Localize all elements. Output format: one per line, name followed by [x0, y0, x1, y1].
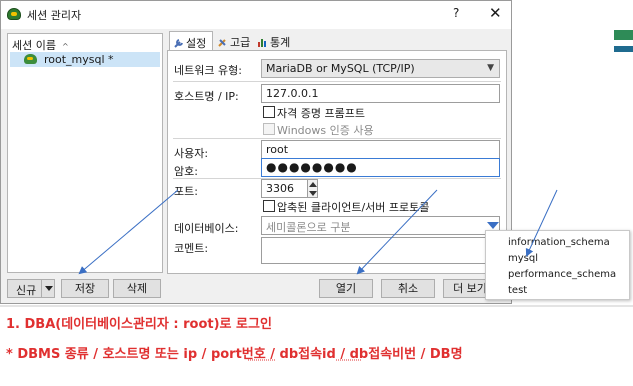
new-button[interactable]: 신규: [7, 279, 55, 298]
host-label: 호스트명 / IP:: [174, 90, 239, 103]
user-label: 사용자:: [174, 147, 209, 160]
title-bar: 세션 관리자 ? ✕: [1, 1, 511, 29]
compressed-protocol-label: 압축된 클라이언트/서버 프로토콜: [277, 201, 430, 214]
chart-icon: [257, 37, 268, 48]
new-button-label: 신규: [16, 284, 37, 297]
tab-settings[interactable]: 설정: [169, 31, 213, 51]
user-input[interactable]: root: [261, 140, 500, 159]
annotation-line-2: * DBMS 종류 / 호스트명 또는 ip / port번호 / db접속id…: [6, 347, 463, 362]
dropdown-arrow-icon[interactable]: [487, 222, 499, 229]
comment-textarea[interactable]: [261, 237, 486, 264]
compressed-protocol-checkbox[interactable]: [263, 200, 275, 212]
spinner-down-icon[interactable]: [309, 191, 317, 196]
delete-button[interactable]: 삭제: [113, 279, 161, 298]
divider: [173, 178, 501, 179]
tab-settings-label: 설정: [186, 37, 207, 50]
host-input[interactable]: 127.0.0.1: [261, 84, 500, 103]
save-button[interactable]: 저장: [61, 279, 109, 298]
tools-icon: [217, 37, 228, 48]
divider: [173, 81, 501, 82]
dropdown-item[interactable]: test: [508, 285, 527, 296]
session-manager-window: 세션 관리자 ? ✕ 세션 이름 ^ root_mysql * 신규 저장 삭제 …: [0, 0, 512, 304]
chevron-down-icon[interactable]: [45, 286, 53, 291]
divider: [173, 138, 501, 139]
database-label: 데이터베이스:: [174, 222, 239, 235]
windows-auth-label: Windows 인증 사용: [277, 124, 374, 137]
tab-advanced[interactable]: 고급: [217, 31, 257, 51]
port-spinner[interactable]: [307, 179, 318, 198]
cancel-button[interactable]: 취소: [381, 279, 435, 298]
network-type-value: MariaDB or MySQL (TCP/IP): [266, 62, 415, 75]
port-label: 포트:: [174, 185, 198, 198]
dropdown-item[interactable]: mysql: [508, 253, 538, 264]
database-dropdown-list[interactable]: information_schema mysql performance_sch…: [485, 230, 630, 300]
wrench-icon: [173, 38, 184, 49]
tab-statistics-label: 통계: [270, 36, 291, 49]
heidisql-logo-icon: [7, 8, 21, 20]
comment-label: 코멘트:: [174, 242, 209, 255]
tab-statistics[interactable]: 통계: [257, 31, 297, 51]
window-title: 세션 관리자: [27, 9, 82, 22]
dolphin-icon: [24, 54, 37, 64]
dropdown-item[interactable]: information_schema: [508, 237, 610, 248]
sort-ascending-icon: ^: [61, 42, 69, 51]
network-type-select[interactable]: MariaDB or MySQL (TCP/IP) ▼: [261, 59, 500, 78]
database-placeholder: 세미콜론으로 구분: [266, 221, 351, 234]
database-input[interactable]: 세미콜론으로 구분: [261, 216, 500, 235]
chevron-down-icon: ▼: [487, 63, 494, 73]
network-type-label: 네트워크 유형:: [174, 64, 242, 77]
prompt-credentials-checkbox[interactable]: [263, 106, 275, 118]
split-divider: [41, 280, 42, 297]
background-accent: [614, 46, 633, 52]
port-input[interactable]: 3306: [261, 179, 308, 198]
session-list-header[interactable]: 세션 이름 ^: [12, 37, 69, 53]
session-name-column: 세션 이름: [12, 39, 56, 52]
session-list[interactable]: 세션 이름 ^ root_mysql *: [7, 33, 163, 273]
password-input[interactable]: ●●●●●●●●: [261, 158, 500, 177]
password-label: 암호:: [174, 165, 198, 178]
windows-auth-checkbox: [263, 123, 275, 135]
annotation-line-1: 1. DBA(데이터베이스관리자 : root)로 로그인: [6, 317, 272, 332]
background-accent: [614, 30, 633, 40]
spinner-up-icon[interactable]: [309, 182, 317, 187]
prompt-credentials-label: 자격 증명 프롬프트: [277, 107, 365, 120]
help-button[interactable]: ?: [453, 6, 459, 20]
dropdown-item[interactable]: performance_schema: [508, 269, 616, 280]
tab-advanced-label: 고급: [230, 36, 251, 49]
session-item-label: root_mysql *: [44, 53, 114, 66]
close-button[interactable]: ✕: [489, 4, 502, 22]
open-button[interactable]: 열기: [319, 279, 373, 298]
session-item-root-mysql[interactable]: root_mysql *: [10, 52, 160, 67]
